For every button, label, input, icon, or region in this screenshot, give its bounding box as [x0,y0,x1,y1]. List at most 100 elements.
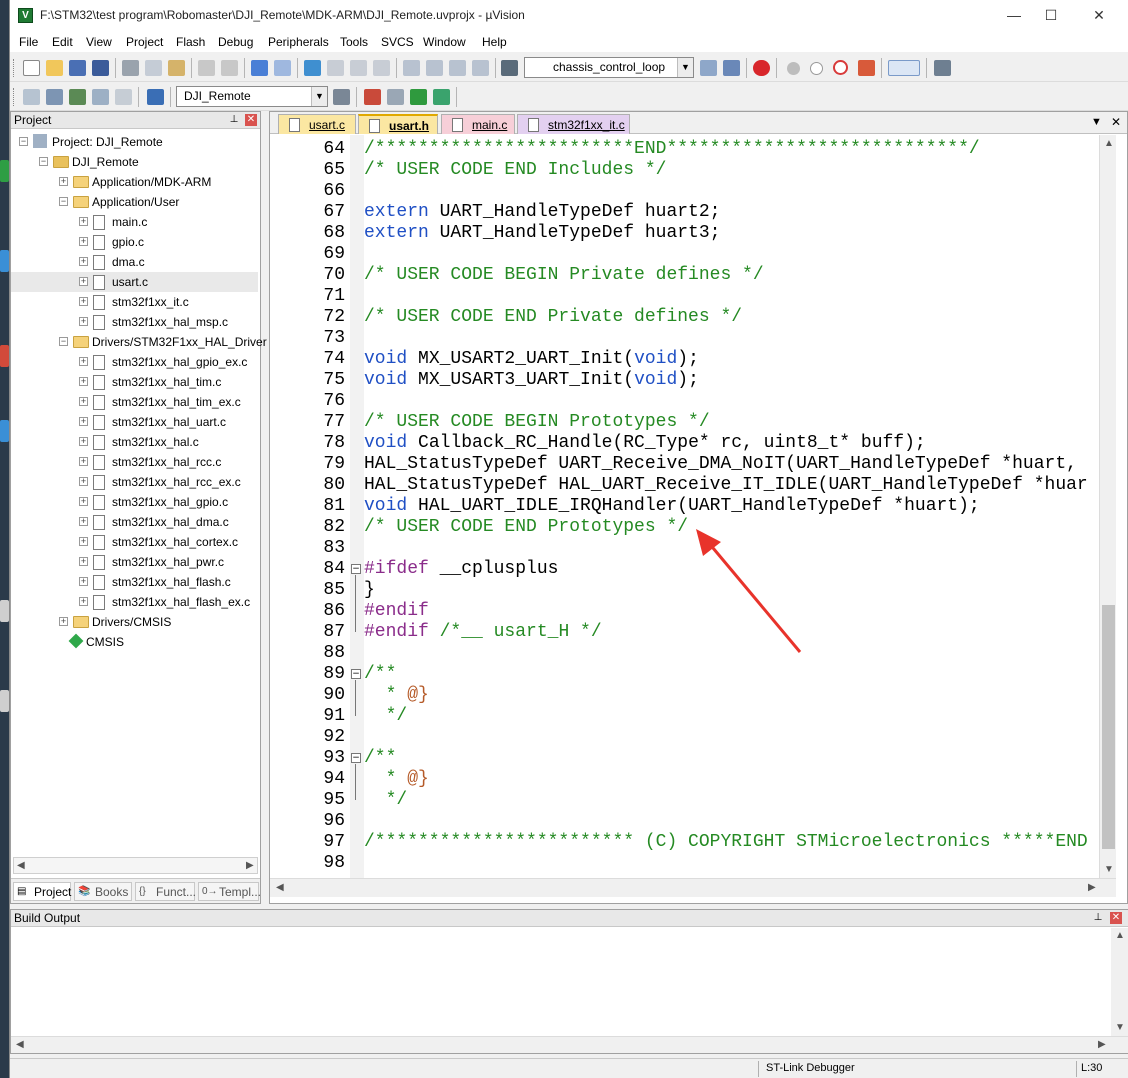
save-icon[interactable] [69,60,86,76]
collapse-icon[interactable]: − [59,197,68,206]
target-combobox[interactable]: DJI_Remote ▼ [176,86,328,107]
toolbar-grip[interactable] [13,59,16,77]
scroll-down-icon[interactable]: ▼ [1104,864,1114,875]
find-combobox[interactable]: chassis_control_loop ▼ [524,57,694,78]
tab-main-c[interactable]: main.c [441,114,515,134]
wrench-icon[interactable] [934,60,951,76]
expand-icon[interactable]: + [79,577,88,586]
tree-item-file[interactable]: + stm32f1xx_hal_rcc_ex.c [11,472,258,492]
comment-icon[interactable] [449,60,466,76]
tree-item-target[interactable]: − DJI_Remote [11,152,258,172]
kill-breakpoints-icon[interactable] [858,60,875,76]
uncomment-icon[interactable] [472,60,489,76]
chevron-down-icon[interactable]: ▼ [677,58,693,77]
run-time-environment-icon[interactable] [433,89,450,105]
tab-books[interactable]: 📚 Books [74,882,132,901]
pack-installer-icon[interactable] [410,89,427,105]
menu-view[interactable]: View [86,35,112,49]
expand-icon[interactable]: + [79,537,88,546]
tree-item-file[interactable]: + stm32f1xx_hal_tim.c [11,372,258,392]
scroll-left-icon[interactable]: ◀ [276,882,284,893]
translate-icon[interactable] [23,89,40,105]
tab-usart-c[interactable]: usart.c [278,114,356,134]
paste-icon[interactable] [168,60,185,76]
expand-icon[interactable]: + [79,597,88,606]
save-all-icon[interactable] [92,60,109,76]
expand-icon[interactable]: + [79,397,88,406]
bookmark-icon[interactable] [304,60,321,76]
project-horizontal-scrollbar[interactable]: ◀ ▶ [13,857,258,874]
tree-item-file[interactable]: + stm32f1xx_it.c [11,292,258,312]
expand-icon[interactable]: + [79,417,88,426]
scroll-left-icon[interactable]: ◀ [16,1039,24,1050]
redo-icon[interactable] [221,60,238,76]
menu-flash[interactable]: Flash [176,35,205,49]
tree-item-component[interactable]: CMSIS [11,632,258,652]
tree-item-file[interactable]: + main.c [11,212,258,232]
tab-project[interactable]: ▤ Project [13,882,71,901]
tree-item-file[interactable]: + stm32f1xx_hal_uart.c [11,412,258,432]
expand-icon[interactable]: + [79,457,88,466]
scroll-down-icon[interactable]: ▼ [1115,1022,1125,1033]
menu-svcs[interactable]: SVCS [381,35,414,49]
expand-icon[interactable]: + [79,317,88,326]
menu-project[interactable]: Project [126,35,163,49]
expand-icon[interactable]: + [79,557,88,566]
tree-item-file[interactable]: + stm32f1xx_hal_flash_ex.c [11,592,258,612]
fold-toggle-icon[interactable]: − [351,564,361,574]
tree-item-folder[interactable]: + Application/MDK-ARM [11,172,258,192]
tree-item-folder[interactable]: − Drivers/STM32F1xx_HAL_Driver [11,332,267,352]
expand-icon[interactable]: + [79,237,88,246]
tab-functions[interactable]: {} Funct... [135,882,196,901]
find-in-files-icon[interactable] [501,60,518,76]
tree-item-file[interactable]: + dma.c [11,252,258,272]
tree-item-file[interactable]: + stm32f1xx_hal_pwr.c [11,552,258,572]
tree-item-folder[interactable]: − Application/User [11,192,258,212]
menu-tools[interactable]: Tools [340,35,368,49]
expand-icon[interactable]: + [79,497,88,506]
tree-item-file[interactable]: + stm32f1xx_hal_gpio.c [11,492,258,512]
indent-icon[interactable] [403,60,420,76]
breakpoint-icon[interactable] [787,62,800,75]
scroll-left-icon[interactable]: ◀ [17,860,25,871]
menu-help[interactable]: Help [482,35,507,49]
copy-icon[interactable] [145,60,162,76]
collapse-icon[interactable]: − [39,157,48,166]
tree-item-file[interactable]: + usart.c [11,272,258,292]
unindent-icon[interactable] [426,60,443,76]
maximize-button[interactable]: ☐ [1028,0,1074,32]
target-options-icon[interactable] [333,89,350,105]
pin-icon[interactable]: ⊥ [1092,912,1104,924]
expand-icon[interactable]: + [79,297,88,306]
incremental-find-icon[interactable] [723,60,740,76]
build-output-horizontal-scrollbar[interactable]: ◀ ▶ [11,1036,1128,1053]
close-icon[interactable]: ✕ [1110,912,1122,924]
navigate-forward-icon[interactable] [274,60,291,76]
stop-build-icon[interactable] [115,89,132,105]
expand-icon[interactable]: + [79,477,88,486]
tree-item-file[interactable]: + stm32f1xx_hal_cortex.c [11,532,258,552]
expand-icon[interactable]: + [79,357,88,366]
cut-icon[interactable] [122,60,139,76]
clear-bookmarks-icon[interactable] [373,60,390,76]
batch-build-icon[interactable] [92,89,109,105]
build-icon[interactable] [46,89,63,105]
code-editor[interactable]: 64 /************************END**********… [270,135,1099,878]
undo-icon[interactable] [198,60,215,76]
rebuild-icon[interactable] [69,89,86,105]
scroll-right-icon[interactable]: ▶ [1098,1039,1106,1050]
close-document-icon[interactable]: ✕ [1111,115,1121,129]
fold-toggle-icon[interactable]: − [351,669,361,679]
expand-icon[interactable]: + [79,217,88,226]
expand-icon[interactable]: + [79,277,88,286]
download-icon[interactable] [147,89,164,105]
tree-item-project[interactable]: − Project: DJI_Remote [11,132,258,152]
new-file-icon[interactable] [23,60,40,76]
debug-session-icon[interactable] [753,60,770,76]
menu-debug[interactable]: Debug [218,35,253,49]
tree-item-file[interactable]: + stm32f1xx_hal_rcc.c [11,452,258,472]
next-bookmark-icon[interactable] [350,60,367,76]
find-icon[interactable] [700,60,717,76]
tree-item-folder[interactable]: + Drivers/CMSIS [11,612,258,632]
collapse-icon[interactable]: − [59,337,68,346]
